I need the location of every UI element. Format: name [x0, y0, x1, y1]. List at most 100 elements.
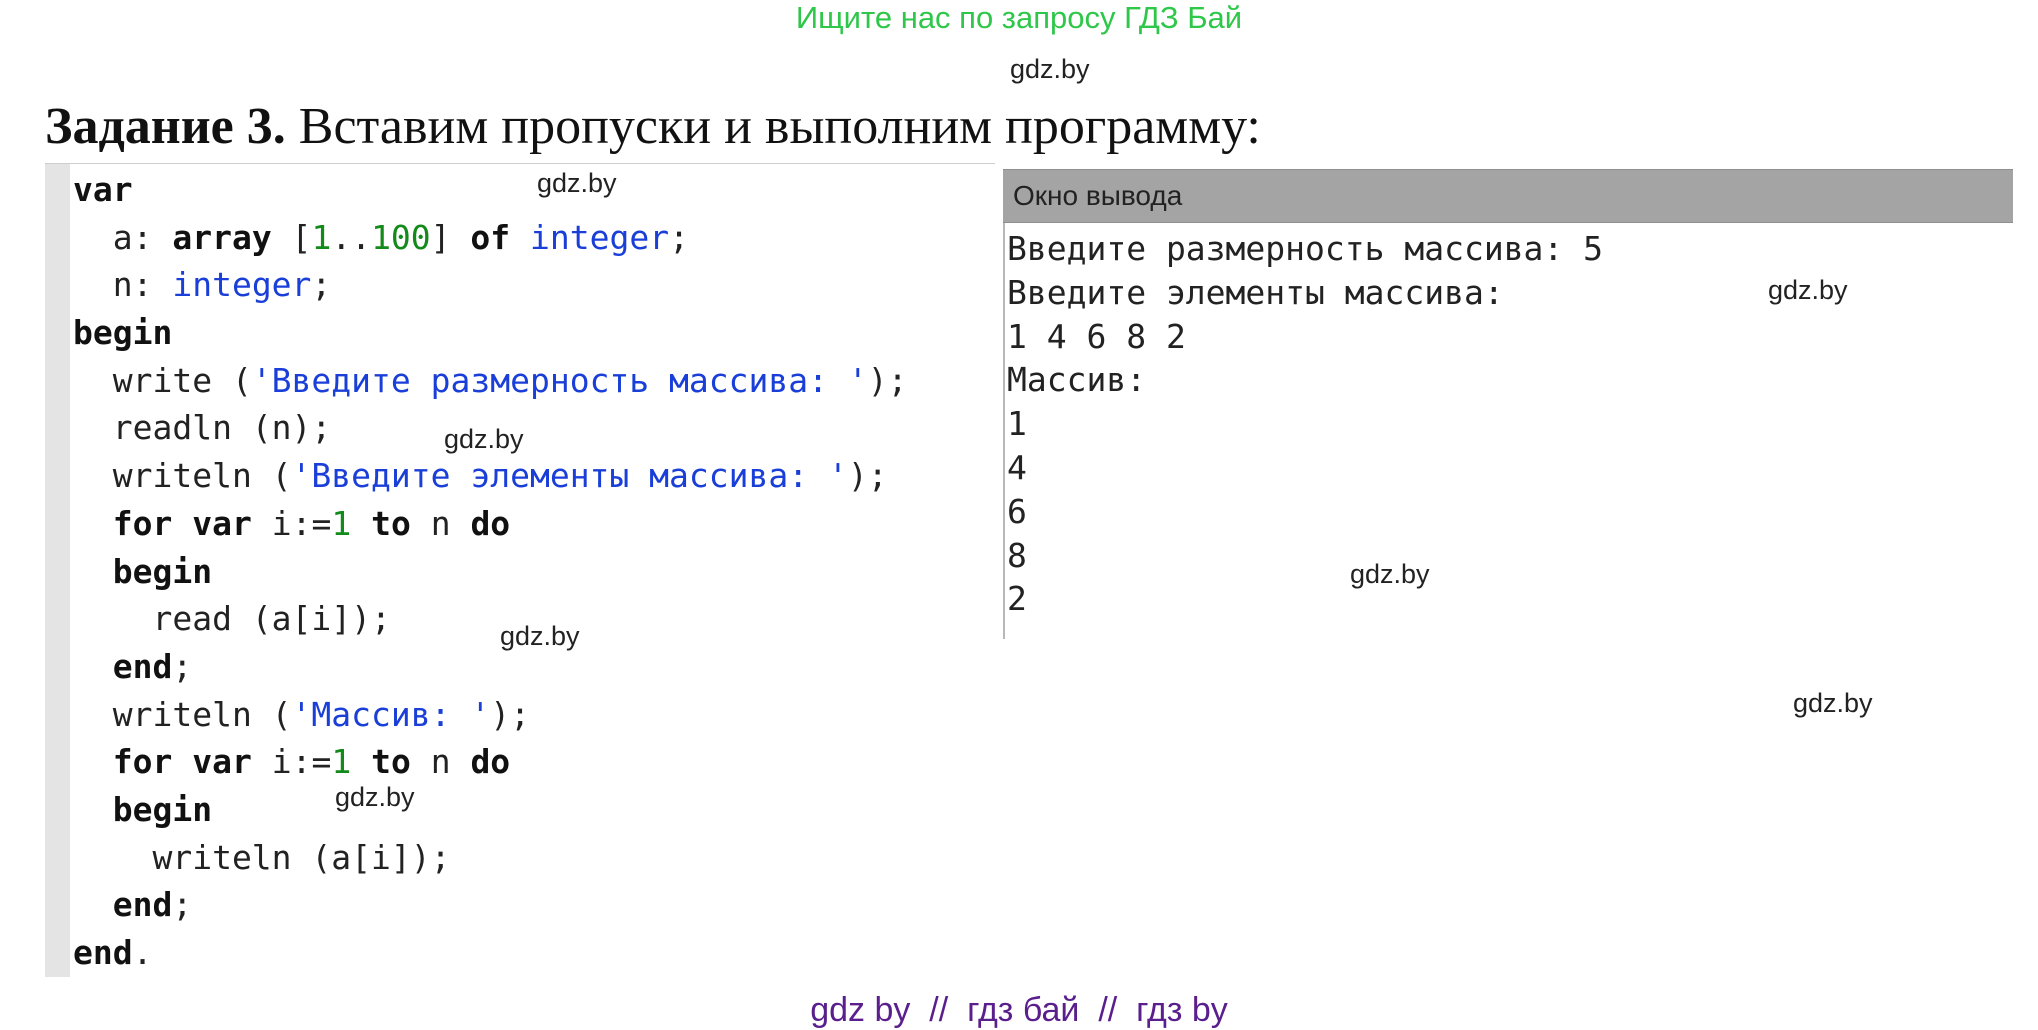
- code-line: writeln ('Введите элементы массива: ');: [73, 452, 907, 500]
- code-token: writeln (a[i]);: [73, 837, 451, 877]
- code-token: );: [847, 456, 888, 496]
- output-line: Массив:: [1007, 360, 1147, 400]
- code-token: end: [112, 885, 173, 925]
- code-token: ;: [311, 265, 332, 305]
- code-token: 1: [331, 503, 352, 543]
- code-line: for var i:=1 to n do: [73, 738, 907, 786]
- code-token: write (: [73, 360, 252, 400]
- code-token: readln (n);: [73, 408, 332, 448]
- output-line: 8: [1007, 535, 1027, 575]
- code-line: writeln ('Массив: ');: [73, 691, 907, 739]
- code-editor: var a: array [1..100] of integer; n: int…: [45, 163, 995, 977]
- code-token: integer: [530, 217, 670, 257]
- watermark: gdz.by: [537, 168, 617, 198]
- code-token: var: [73, 170, 133, 209]
- watermark: gdz.by: [335, 782, 415, 812]
- code-token: 'Введите элементы массива: ': [291, 456, 848, 496]
- code-token: ]: [430, 217, 471, 257]
- task-text: Вставим пропуски и выполним программу:: [285, 98, 1261, 155]
- code-token: ;: [172, 646, 193, 686]
- code-line: begin: [73, 548, 907, 596]
- code-token: read (a[i]);: [73, 599, 391, 639]
- output-line: Введите размерность массива: 5: [1007, 229, 1604, 268]
- code-token: array: [172, 217, 272, 257]
- code-line: begin: [73, 786, 907, 834]
- code-line: read (a[i]);: [73, 595, 907, 643]
- code-token: 1: [331, 742, 352, 782]
- watermark: gdz.by: [1793, 688, 1873, 718]
- code-token: for: [112, 503, 173, 543]
- code-token: .: [132, 933, 153, 972]
- output-line: 4: [1007, 447, 1027, 487]
- code-listing: var a: array [1..100] of integer; n: int…: [73, 166, 907, 977]
- code-token: end: [73, 933, 133, 972]
- footer-links: gdz by // гдз бай // гдз by: [810, 991, 1228, 1029]
- watermark: gdz.by: [1350, 559, 1430, 589]
- code-token: 100: [371, 217, 431, 257]
- code-token: for: [112, 742, 173, 782]
- code-token: to: [371, 503, 411, 543]
- code-token: end: [112, 646, 173, 686]
- top-banner: Ищите нас по запросу ГДЗ Бай: [795, 0, 1243, 35]
- code-token: writeln (: [73, 456, 292, 496]
- code-token: [: [271, 217, 312, 257]
- code-token: to: [371, 742, 411, 782]
- code-token: );: [490, 694, 530, 734]
- watermark: gdz.by: [1768, 275, 1848, 305]
- code-token: n: [410, 742, 471, 782]
- watermark: gdz.by: [1010, 54, 1090, 84]
- code-token: do: [470, 742, 511, 782]
- code-token: i:=: [251, 503, 332, 543]
- code-token: var: [192, 503, 252, 543]
- watermark: gdz.by: [500, 621, 580, 651]
- code-token: begin: [73, 313, 173, 353]
- code-token: begin: [112, 789, 213, 829]
- code-line: end;: [73, 643, 907, 691]
- code-line: begin: [73, 309, 907, 357]
- output-window-title: Окно вывода: [1013, 180, 1183, 211]
- code-token: var: [192, 742, 252, 782]
- code-line: for var i:=1 to n do: [73, 500, 907, 548]
- code-line: writeln (a[i]);: [73, 834, 907, 882]
- output-text: Введите размерность массива: 5 Введите эл…: [1007, 227, 1603, 621]
- task-heading: Задание 3. Вставим пропуски и выполним п…: [45, 98, 1261, 156]
- output-line: 1: [1007, 404, 1027, 444]
- code-token: begin: [112, 551, 213, 591]
- code-line: n: integer;: [73, 261, 907, 309]
- code-line: end;: [73, 881, 907, 929]
- code-token: ..: [331, 217, 372, 257]
- output-window: Введите размерность массива: 5 Введите эл…: [1003, 223, 2015, 639]
- code-token: n: [410, 503, 471, 543]
- output-window-header: Окно вывода: [1003, 169, 2013, 223]
- task-number: Задание 3.: [45, 98, 286, 155]
- code-token: 1: [311, 217, 332, 257]
- code-token: n:: [73, 265, 173, 305]
- code-token: i:=: [251, 742, 332, 782]
- code-token: of: [470, 217, 511, 257]
- code-token: writeln (: [73, 694, 292, 734]
- output-line: 2: [1007, 579, 1027, 619]
- code-token: ;: [172, 885, 193, 925]
- code-token: a:: [73, 217, 173, 257]
- watermark: gdz.by: [444, 424, 524, 454]
- output-line: 6: [1007, 491, 1027, 531]
- output-line: 1 4 6 8 2: [1007, 316, 1186, 356]
- code-token: ;: [669, 217, 689, 257]
- editor-gutter: [45, 164, 70, 977]
- code-token: 'Массив: ': [291, 694, 491, 734]
- code-token: 'Введите размерность массива: ': [251, 360, 868, 400]
- code-token: do: [470, 503, 511, 543]
- code-line: a: array [1..100] of integer;: [73, 214, 907, 262]
- code-line: write ('Введите размерность массива: ');: [73, 357, 908, 405]
